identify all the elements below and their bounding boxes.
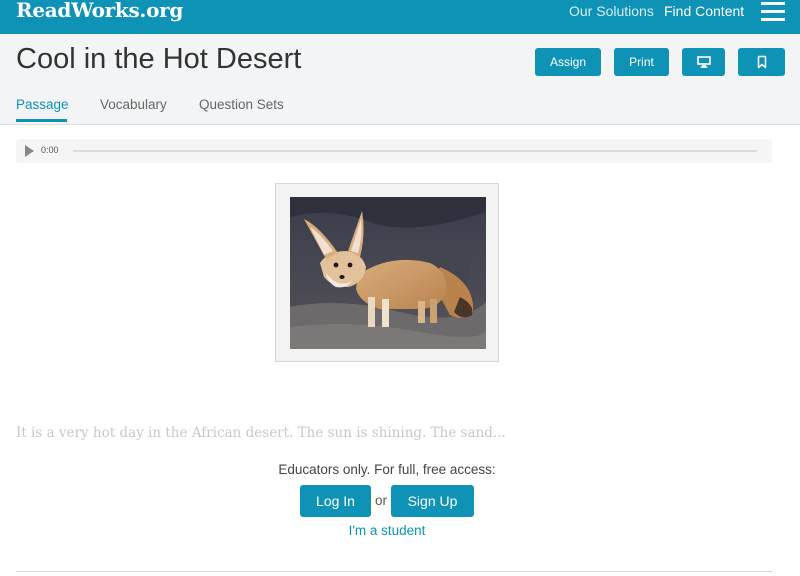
site-logo[interactable]: ReadWorks.org [16, 0, 183, 22]
monitor-icon [696, 56, 711, 68]
bookmark-button[interactable] [738, 48, 785, 76]
top-nav-bar: ReadWorks.org Our Solutions Find Content [0, 0, 800, 34]
our-solutions-link[interactable]: Our Solutions [569, 3, 654, 19]
passage-header: Cool in the Hot Desert Assign Print Pass… [0, 34, 800, 125]
student-link[interactable]: I'm a student [0, 523, 774, 538]
tab-passage[interactable]: Passage [16, 97, 69, 112]
tab-question-sets[interactable]: Question Sets [199, 97, 284, 112]
assign-button[interactable]: Assign [535, 48, 601, 76]
tab-vocabulary[interactable]: Vocabulary [100, 97, 167, 112]
audio-player: 0:00 [16, 139, 772, 163]
log-in-button[interactable]: Log In [300, 485, 371, 517]
fennec-fox-photo [290, 197, 486, 349]
sign-up-button[interactable]: Sign Up [391, 485, 474, 517]
audio-time: 0:00 [41, 145, 59, 155]
active-tab-indicator [16, 119, 67, 122]
play-icon[interactable] [25, 145, 34, 157]
projector-button[interactable] [682, 48, 725, 76]
access-message: Educators only. For full, free access: [278, 462, 496, 477]
bookmark-icon [757, 55, 766, 69]
passage-image-frame [275, 183, 499, 362]
hamburger-icon[interactable] [761, 2, 785, 22]
audio-progress-track[interactable] [73, 150, 757, 152]
divider [16, 571, 772, 572]
find-content-link[interactable]: Find Content [664, 3, 744, 19]
page-title: Cool in the Hot Desert [16, 43, 302, 75]
passage-preview-text: It is a very hot day in the African dese… [16, 425, 506, 441]
print-button[interactable]: Print [614, 48, 669, 76]
or-separator: or [375, 493, 388, 508]
